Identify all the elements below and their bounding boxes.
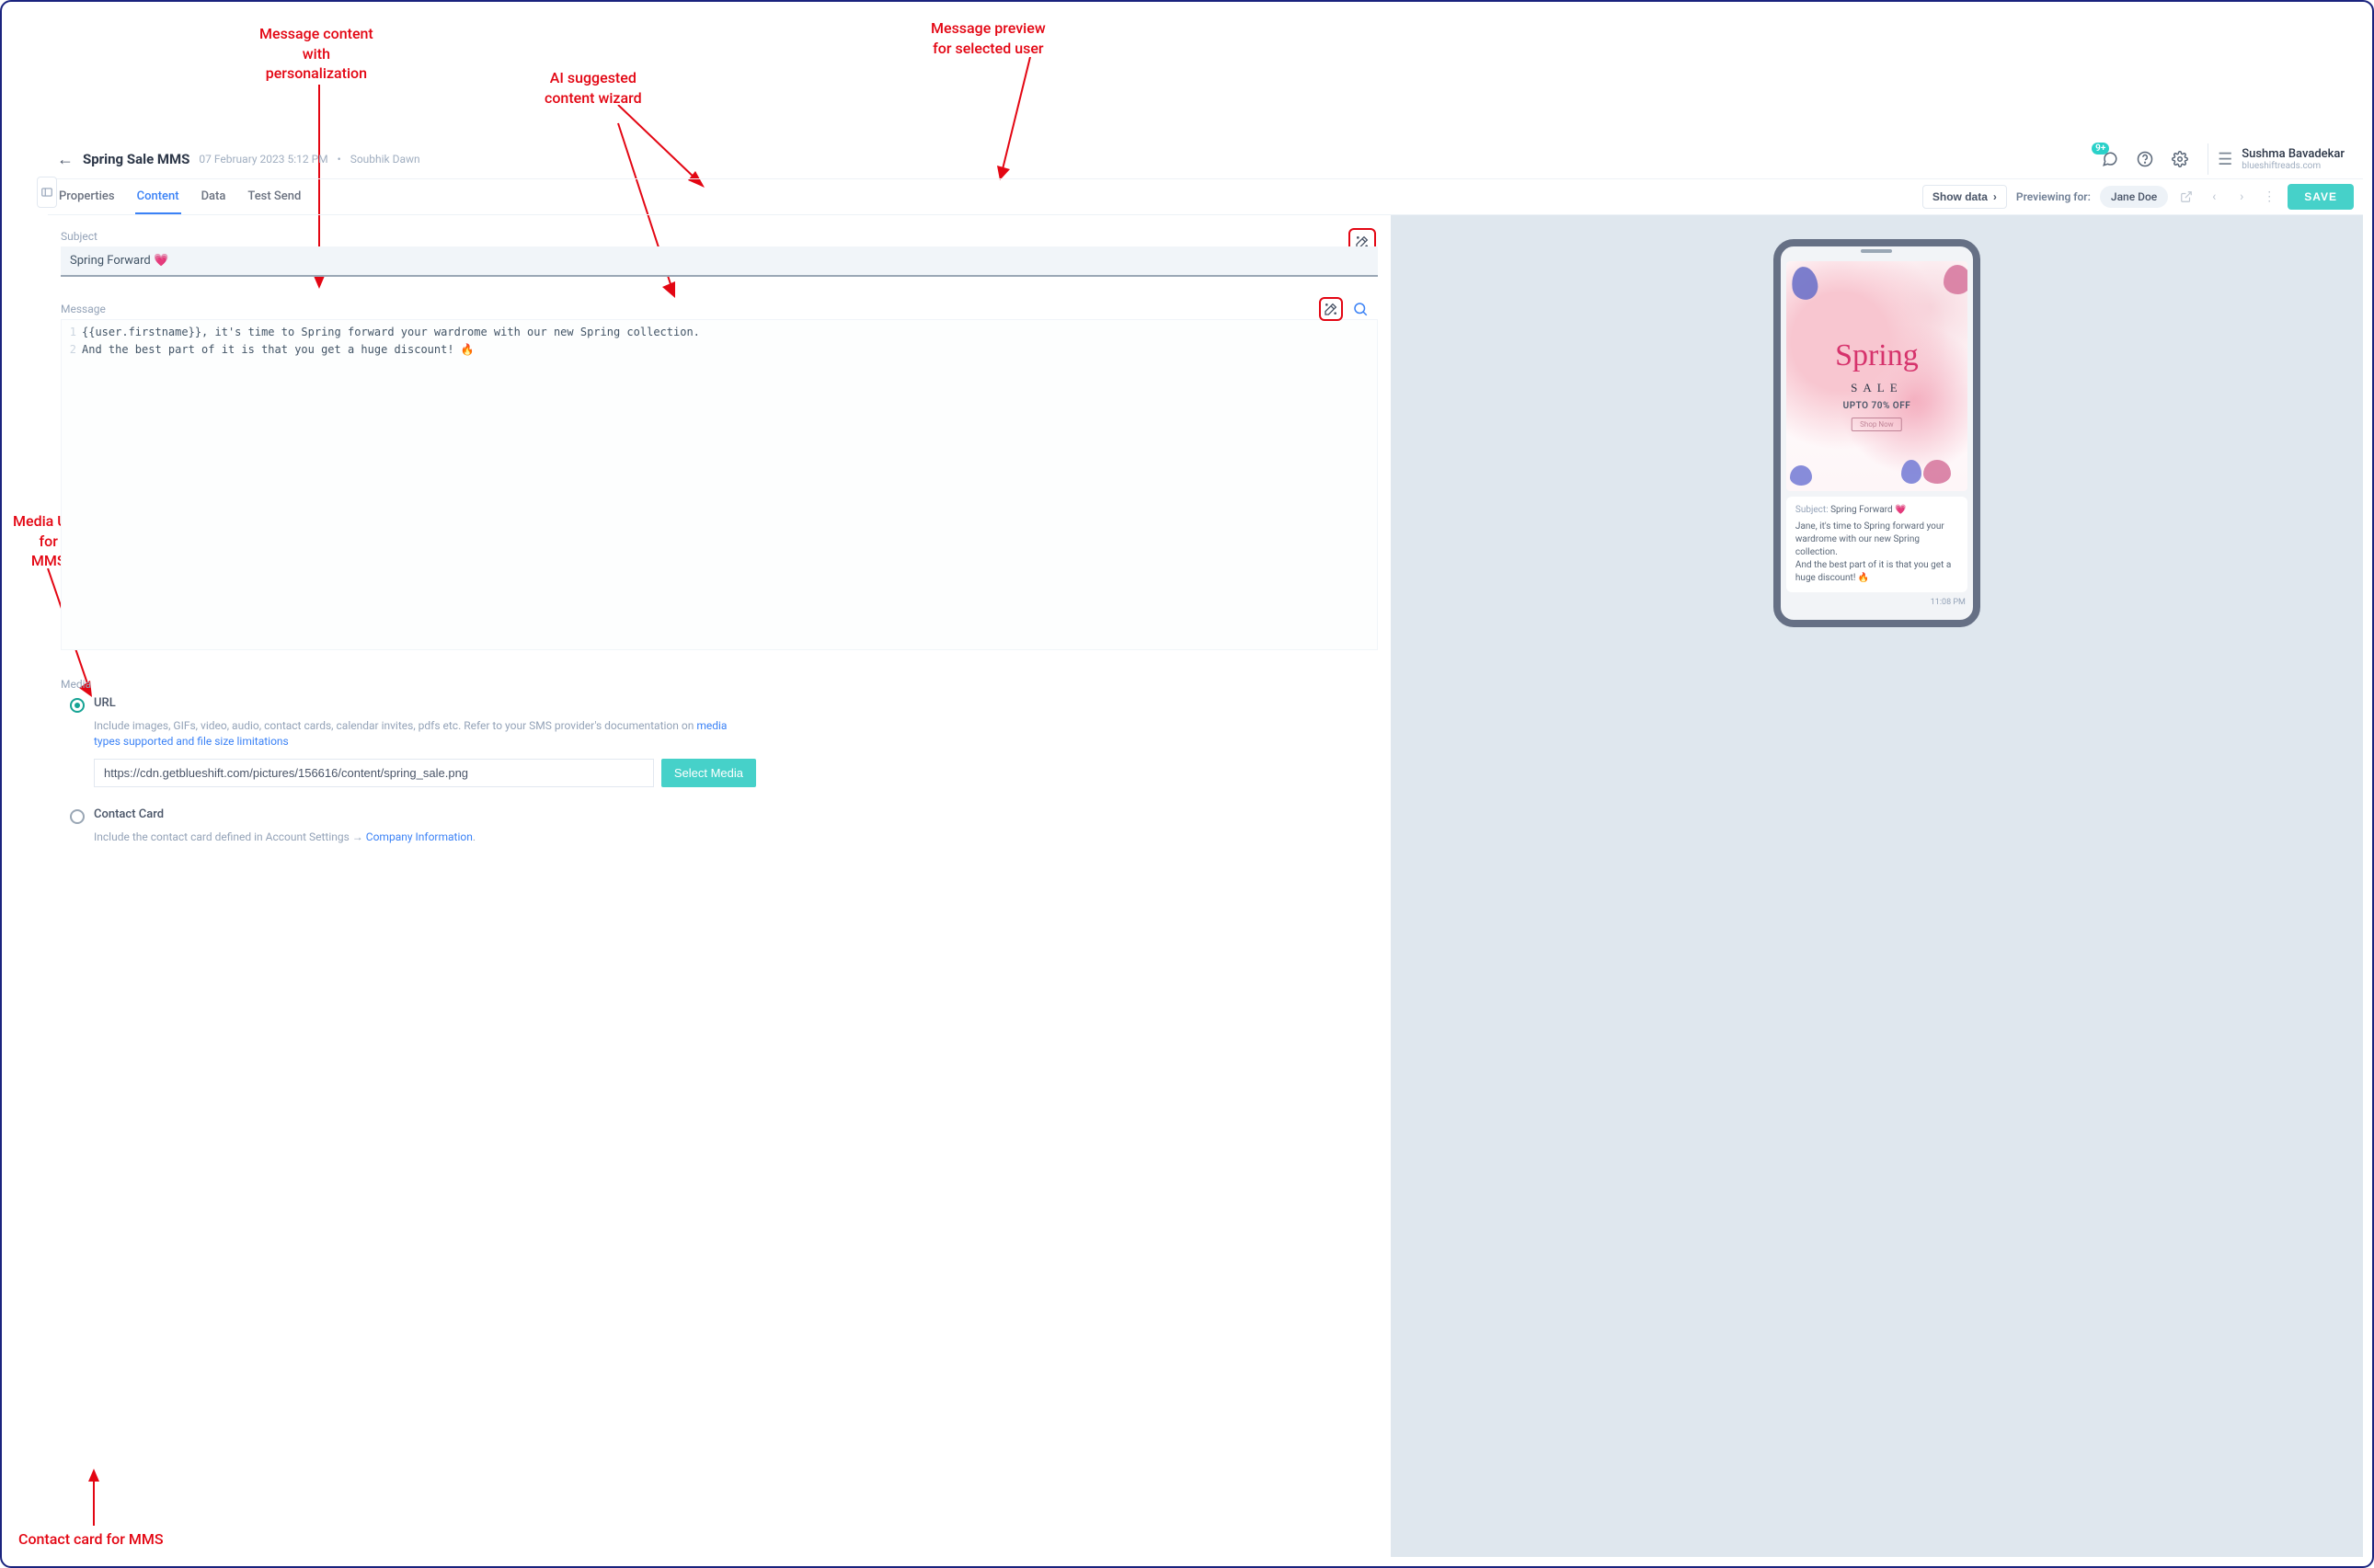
editor-pane: Subject Spring Forward 💗 Message xyxy=(48,215,1391,1557)
open-external-icon[interactable] xyxy=(2177,190,2196,203)
left-rail-toggle[interactable] xyxy=(37,177,57,208)
preview-img-spring: Spring xyxy=(1786,342,1967,371)
annotation-ai-wizard: AI suggested content wizard xyxy=(545,68,642,108)
preview-timestamp: 11:08 PM xyxy=(1781,598,1966,607)
media-url-radio-label: URL xyxy=(94,696,116,710)
media-url-help: Include images, GIFs, video, audio, cont… xyxy=(94,718,756,750)
device-notch xyxy=(1781,246,1973,256)
tab-test-send[interactable]: Test Send xyxy=(246,179,303,214)
subject-label: Subject xyxy=(61,230,1378,243)
media-contact-help: Include the contact card defined in Acco… xyxy=(94,830,756,845)
preview-body-line-1: Jane, it's time to Spring forward your w… xyxy=(1795,521,1958,559)
media-contact-card-radio[interactable] xyxy=(70,809,85,824)
preview-subject-value: Spring Forward 💗 xyxy=(1830,505,1906,515)
save-button[interactable]: SAVE xyxy=(2288,184,2354,210)
page-header: ← Spring Sale MMS 07 February 2023 5:12 … xyxy=(48,140,2363,178)
template-author: Soubhik Dawn xyxy=(350,153,420,166)
tab-content[interactable]: Content xyxy=(135,179,181,214)
preview-pane: Spring SALE UPTO 70% OFF Shop Now Subjec… xyxy=(1391,215,2363,1557)
annotation-preview: Message preview for selected user xyxy=(931,18,1046,58)
previewing-for-label: Previewing for: xyxy=(2016,190,2091,203)
preview-message-bubble: Subject: Spring Forward 💗 Jane, it's tim… xyxy=(1786,497,1967,592)
select-media-button[interactable]: Select Media xyxy=(661,759,756,787)
more-menu-button[interactable]: ⋮ xyxy=(2260,189,2278,204)
preview-body-line-2: And the best part of it is that you get … xyxy=(1795,559,1958,585)
media-contact-card-label: Contact Card xyxy=(94,807,164,821)
annotation-msg-content: Message content with personalization xyxy=(259,24,373,84)
preview-prev-button[interactable]: ‹ xyxy=(2205,189,2223,204)
preview-mms-image: Spring SALE UPTO 70% OFF Shop Now xyxy=(1786,261,1967,491)
line-number: 2 xyxy=(62,341,82,359)
preview-message-button[interactable] xyxy=(1348,297,1372,321)
message-line-1: {{user.firstname}}, it's time to Spring … xyxy=(82,324,1377,341)
message-label: Message xyxy=(61,303,1378,315)
settings-button[interactable] xyxy=(2167,146,2193,172)
current-user-name: Sushma Bavadekar xyxy=(2242,147,2345,161)
template-timestamp: 07 February 2023 5:12 PM xyxy=(199,153,327,166)
help-button[interactable] xyxy=(2132,146,2158,172)
tab-data[interactable]: Data xyxy=(200,179,228,214)
preview-user-select[interactable]: Jane Doe xyxy=(2100,186,2168,208)
media-url-radio[interactable] xyxy=(70,698,85,713)
company-info-link[interactable]: Company Information xyxy=(366,830,473,843)
preview-img-upto: UPTO 70% OFF xyxy=(1786,401,1967,411)
message-editor[interactable]: 1 {{user.firstname}}, it's time to Sprin… xyxy=(61,319,1378,650)
preview-next-button[interactable]: › xyxy=(2232,189,2251,204)
hamburger-icon: ☰ xyxy=(2218,150,2232,169)
notifications-badge: 9+ xyxy=(2092,143,2109,155)
ai-wizard-message-button[interactable] xyxy=(1319,297,1343,321)
media-url-input[interactable] xyxy=(94,759,654,787)
separator: • xyxy=(338,153,341,166)
show-data-button[interactable]: Show data › xyxy=(1922,185,2007,209)
notifications-button[interactable]: 9+ xyxy=(2097,146,2123,172)
tab-properties[interactable]: Properties xyxy=(57,179,117,214)
user-menu[interactable]: ☰ Sushma Bavadekar blueshiftreads.com xyxy=(2208,143,2354,175)
back-button[interactable]: ← xyxy=(57,150,74,169)
line-number: 1 xyxy=(62,324,82,341)
preview-img-sale: SALE xyxy=(1786,381,1967,395)
media-label: Media xyxy=(61,678,1378,691)
subject-input[interactable]: Spring Forward 💗 xyxy=(61,246,1378,277)
preview-img-shopnow: Shop Now xyxy=(1852,418,1901,431)
template-title: Spring Sale MMS xyxy=(83,151,189,167)
preview-subject-label: Subject: xyxy=(1795,505,1829,515)
message-line-2: And the best part of it is that you get … xyxy=(82,341,1377,359)
device-preview: Spring SALE UPTO 70% OFF Shop Now Subjec… xyxy=(1773,239,1980,627)
tab-row: Properties Content Data Test Send Show d… xyxy=(48,178,2363,215)
current-user-domain: blueshiftreads.com xyxy=(2242,161,2345,171)
chevron-right-icon: › xyxy=(1993,190,1997,203)
